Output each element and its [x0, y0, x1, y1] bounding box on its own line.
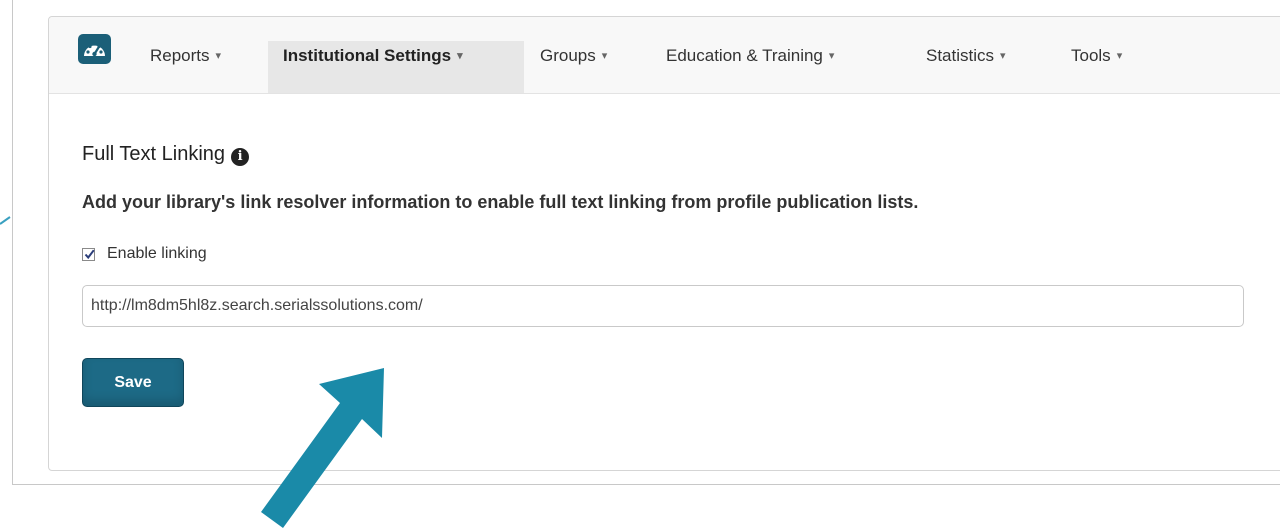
link-resolver-url-input[interactable] — [82, 285, 1244, 327]
nav-label: Education & Training — [666, 46, 823, 65]
nav-reports[interactable]: Reports ▾ — [150, 41, 221, 93]
caret-down-icon: ▾ — [215, 50, 222, 62]
nav-statistics[interactable]: Statistics ▾ — [926, 41, 1006, 93]
enable-linking-checkbox[interactable] — [82, 247, 95, 261]
save-button[interactable]: Save — [82, 358, 184, 407]
nav-groups[interactable]: Groups ▾ — [540, 41, 607, 93]
caret-down-icon: ▾ — [457, 50, 463, 62]
navbar: Reports ▾ Institutional Settings ▾ Groups ▾… — [49, 17, 1280, 94]
pointer-tick-icon — [0, 216, 11, 225]
enable-linking-label: Enable linking — [107, 245, 207, 262]
caret-down-icon: ▾ — [1116, 50, 1123, 62]
nav-label: Institutional Settings — [283, 46, 452, 65]
nav-label: Tools — [1071, 46, 1111, 65]
section-description: Add your library's link resolver informa… — [82, 192, 919, 212]
caret-down-icon: ▾ — [1000, 50, 1006, 62]
caret-down-icon: ▾ — [828, 50, 835, 62]
caret-down-icon: ▾ — [601, 50, 608, 62]
nav-institutional-settings[interactable]: Institutional Settings ▾ — [268, 41, 524, 93]
section-title-text: Full Text Linking — [82, 143, 226, 165]
settings-panel: Reports ▾ Institutional Settings ▾ Groups ▾… — [48, 16, 1280, 471]
nav-tools[interactable]: Tools ▾ — [1071, 41, 1122, 93]
nav-label: Statistics — [926, 46, 995, 65]
annotation-arrow-icon — [261, 368, 384, 528]
section-title: Full Text Linking i — [82, 143, 250, 166]
nav-label: Reports — [150, 46, 210, 65]
dashboard-icon[interactable] — [78, 34, 111, 64]
enable-linking-row[interactable]: Enable linking — [82, 245, 207, 263]
info-icon[interactable]: i — [231, 148, 250, 166]
nav-label: Groups — [540, 46, 596, 65]
nav-education-training[interactable]: Education & Training ▾ — [666, 41, 834, 93]
